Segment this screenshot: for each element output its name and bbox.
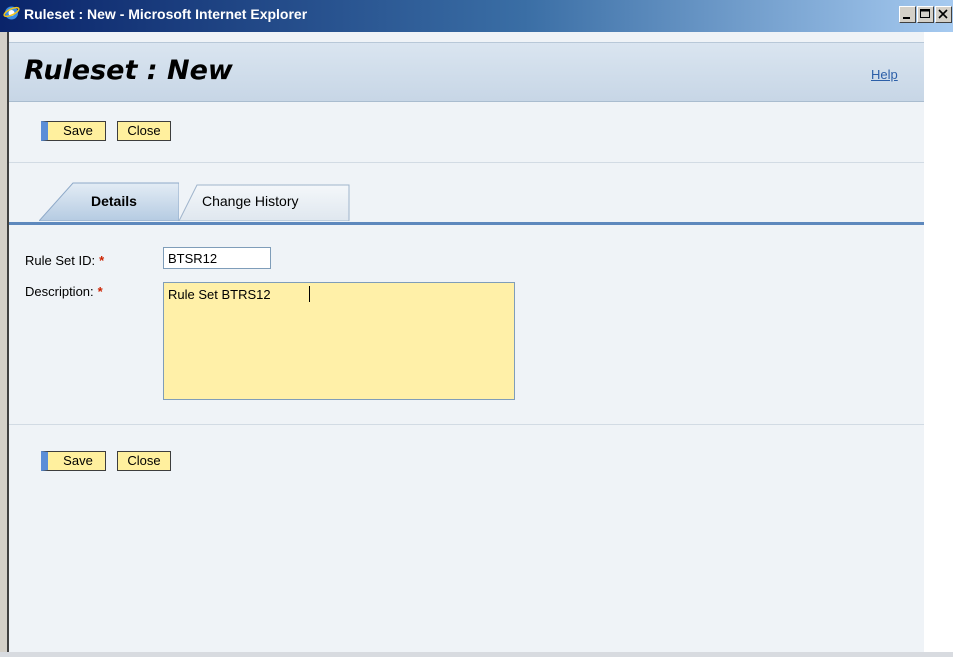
window-title: Ruleset : New - Microsoft Internet Explo… [24, 6, 308, 22]
window-title-bar[interactable]: Ruleset : New - Microsoft Internet Explo… [0, 0, 953, 32]
text-cursor [309, 286, 310, 302]
help-link[interactable]: Help [871, 67, 898, 82]
tab-underline [9, 222, 924, 225]
save-button[interactable]: Save [41, 121, 106, 141]
rule-set-id-field[interactable] [163, 247, 271, 269]
window-close-button[interactable] [935, 6, 952, 23]
internet-explorer-icon [3, 6, 20, 20]
description-field[interactable]: Rule Set BTRS12 [163, 282, 515, 400]
ruleset-panel: Ruleset : New Help Save Close Details Ch… [9, 32, 924, 652]
rule-set-id-label-text: Rule Set ID: [25, 253, 96, 268]
tab-strip: Details Change History [39, 182, 359, 222]
separator [9, 424, 924, 425]
tab-change-history[interactable]: Change History [179, 182, 351, 221]
browser-window: Ruleset : New - Microsoft Internet Explo… [0, 0, 953, 657]
browser-content: Ruleset : New Help Save Close Details Ch… [0, 32, 953, 657]
close-button-bottom[interactable]: Close [117, 451, 171, 471]
description-label-text: Description: [25, 284, 94, 299]
tab-details[interactable]: Details [39, 182, 179, 221]
close-icon [938, 9, 948, 19]
maximize-button[interactable] [917, 6, 934, 23]
required-marker: * [99, 253, 105, 268]
save-button-bottom[interactable]: Save [41, 451, 106, 471]
minimize-button[interactable] [899, 6, 916, 23]
tab-details-label: Details [91, 193, 137, 209]
page-title: Ruleset : New [24, 55, 233, 86]
maximize-icon [920, 9, 930, 18]
rule-set-id-label: Rule Set ID: * [25, 253, 104, 268]
description-label: Description: * [25, 284, 103, 299]
close-button[interactable]: Close [117, 121, 171, 141]
window-left-border [0, 32, 9, 657]
tab-change-history-label: Change History [202, 193, 299, 209]
page-header: Ruleset : New Help [9, 42, 924, 102]
minimize-icon [903, 17, 910, 19]
window-bottom-border [0, 652, 953, 657]
separator [9, 162, 924, 163]
required-marker: * [97, 284, 103, 299]
